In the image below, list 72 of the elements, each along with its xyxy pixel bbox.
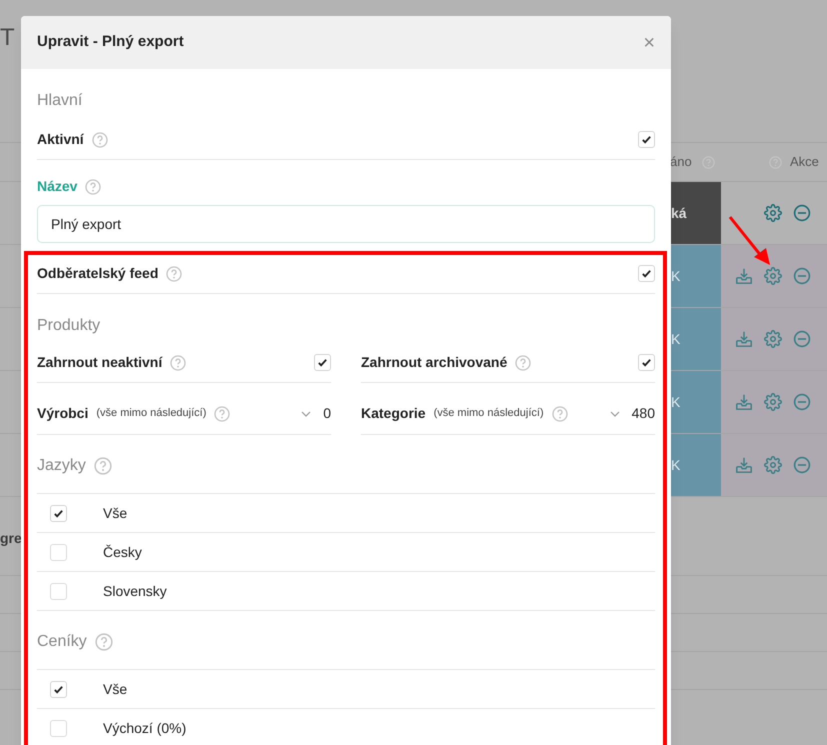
field-label: Název (37, 177, 78, 196)
help-icon (85, 178, 102, 194)
checkbox[interactable] (638, 131, 655, 148)
section-title: Ceníky (37, 632, 87, 652)
field-label: Výrobci (37, 404, 88, 423)
settings-icon[interactable] (764, 267, 782, 285)
field-label: Aktivní (37, 130, 84, 149)
column-header: áno (670, 153, 692, 172)
chevron-down-icon (610, 410, 620, 416)
check-icon (317, 357, 328, 368)
field-hint: (vše mimo následující) (96, 406, 206, 422)
checkbox[interactable] (50, 544, 67, 560)
remove-icon[interactable] (793, 330, 811, 348)
field-label: Kategorie (361, 404, 426, 423)
download-icon[interactable] (735, 456, 753, 474)
field-label: Odběratelský feed (37, 264, 158, 283)
option-label: Vše (103, 680, 128, 698)
check-icon (641, 134, 652, 145)
download-icon[interactable] (735, 393, 753, 411)
checkbox[interactable] (50, 720, 67, 736)
checkbox[interactable] (638, 354, 655, 371)
table-cell: K (671, 245, 721, 307)
select-dropdown[interactable]: 0 (301, 403, 331, 424)
download-icon[interactable] (735, 267, 753, 285)
check-icon (641, 357, 652, 368)
option-label: Česky (103, 542, 142, 562)
option-label: Vše (103, 504, 128, 522)
section-heading: gre (0, 529, 22, 548)
checkbox[interactable] (50, 582, 67, 600)
help-icon (515, 354, 532, 370)
settings-icon[interactable] (764, 204, 782, 222)
checkbox[interactable] (314, 354, 331, 371)
section-title: Produkty (37, 316, 102, 336)
remove-icon[interactable] (793, 456, 811, 474)
remove-icon[interactable] (793, 267, 811, 285)
check-icon (53, 684, 64, 694)
section-title: Jazyky (37, 456, 86, 476)
settings-icon[interactable] (764, 393, 782, 411)
input-field[interactable]: Plný export (37, 205, 655, 243)
help-icon (92, 132, 108, 148)
help-icon (166, 266, 182, 282)
remove-icon[interactable] (793, 204, 811, 222)
table-cell: K (671, 434, 721, 496)
section-title: Hlavní (37, 91, 84, 111)
help-icon (214, 406, 230, 422)
option-label: Výchozí (0%) (103, 718, 186, 738)
field-label: Zahrnout neaktivní (37, 353, 162, 372)
help-icon (170, 354, 186, 370)
settings-icon[interactable] (764, 456, 782, 474)
table-cell: K (671, 308, 721, 370)
checkbox[interactable] (638, 265, 655, 282)
help-icon (552, 406, 568, 422)
field-hint: (vše mimo následující) (434, 406, 544, 422)
table-cell: ká (671, 182, 721, 244)
check-icon (641, 268, 652, 279)
checkbox[interactable] (50, 504, 67, 522)
field-label: Zahrnout archivované (361, 353, 508, 372)
select-dropdown[interactable]: 480 (610, 403, 655, 424)
option-label: Slovensky (103, 582, 167, 601)
dialog-title: Upravit - Plný export (37, 32, 184, 52)
table-cell: K (671, 371, 721, 433)
remove-icon[interactable] (793, 393, 811, 411)
help-icon (94, 457, 112, 475)
page-heading: T (0, 23, 15, 53)
column-header: Akce (790, 153, 819, 172)
settings-icon[interactable] (764, 330, 782, 348)
chevron-down-icon (301, 410, 312, 416)
download-icon[interactable] (735, 330, 753, 348)
check-icon (53, 508, 64, 518)
checkbox[interactable] (50, 680, 67, 698)
annotation-arrow (728, 215, 772, 267)
help-icon (94, 633, 113, 651)
